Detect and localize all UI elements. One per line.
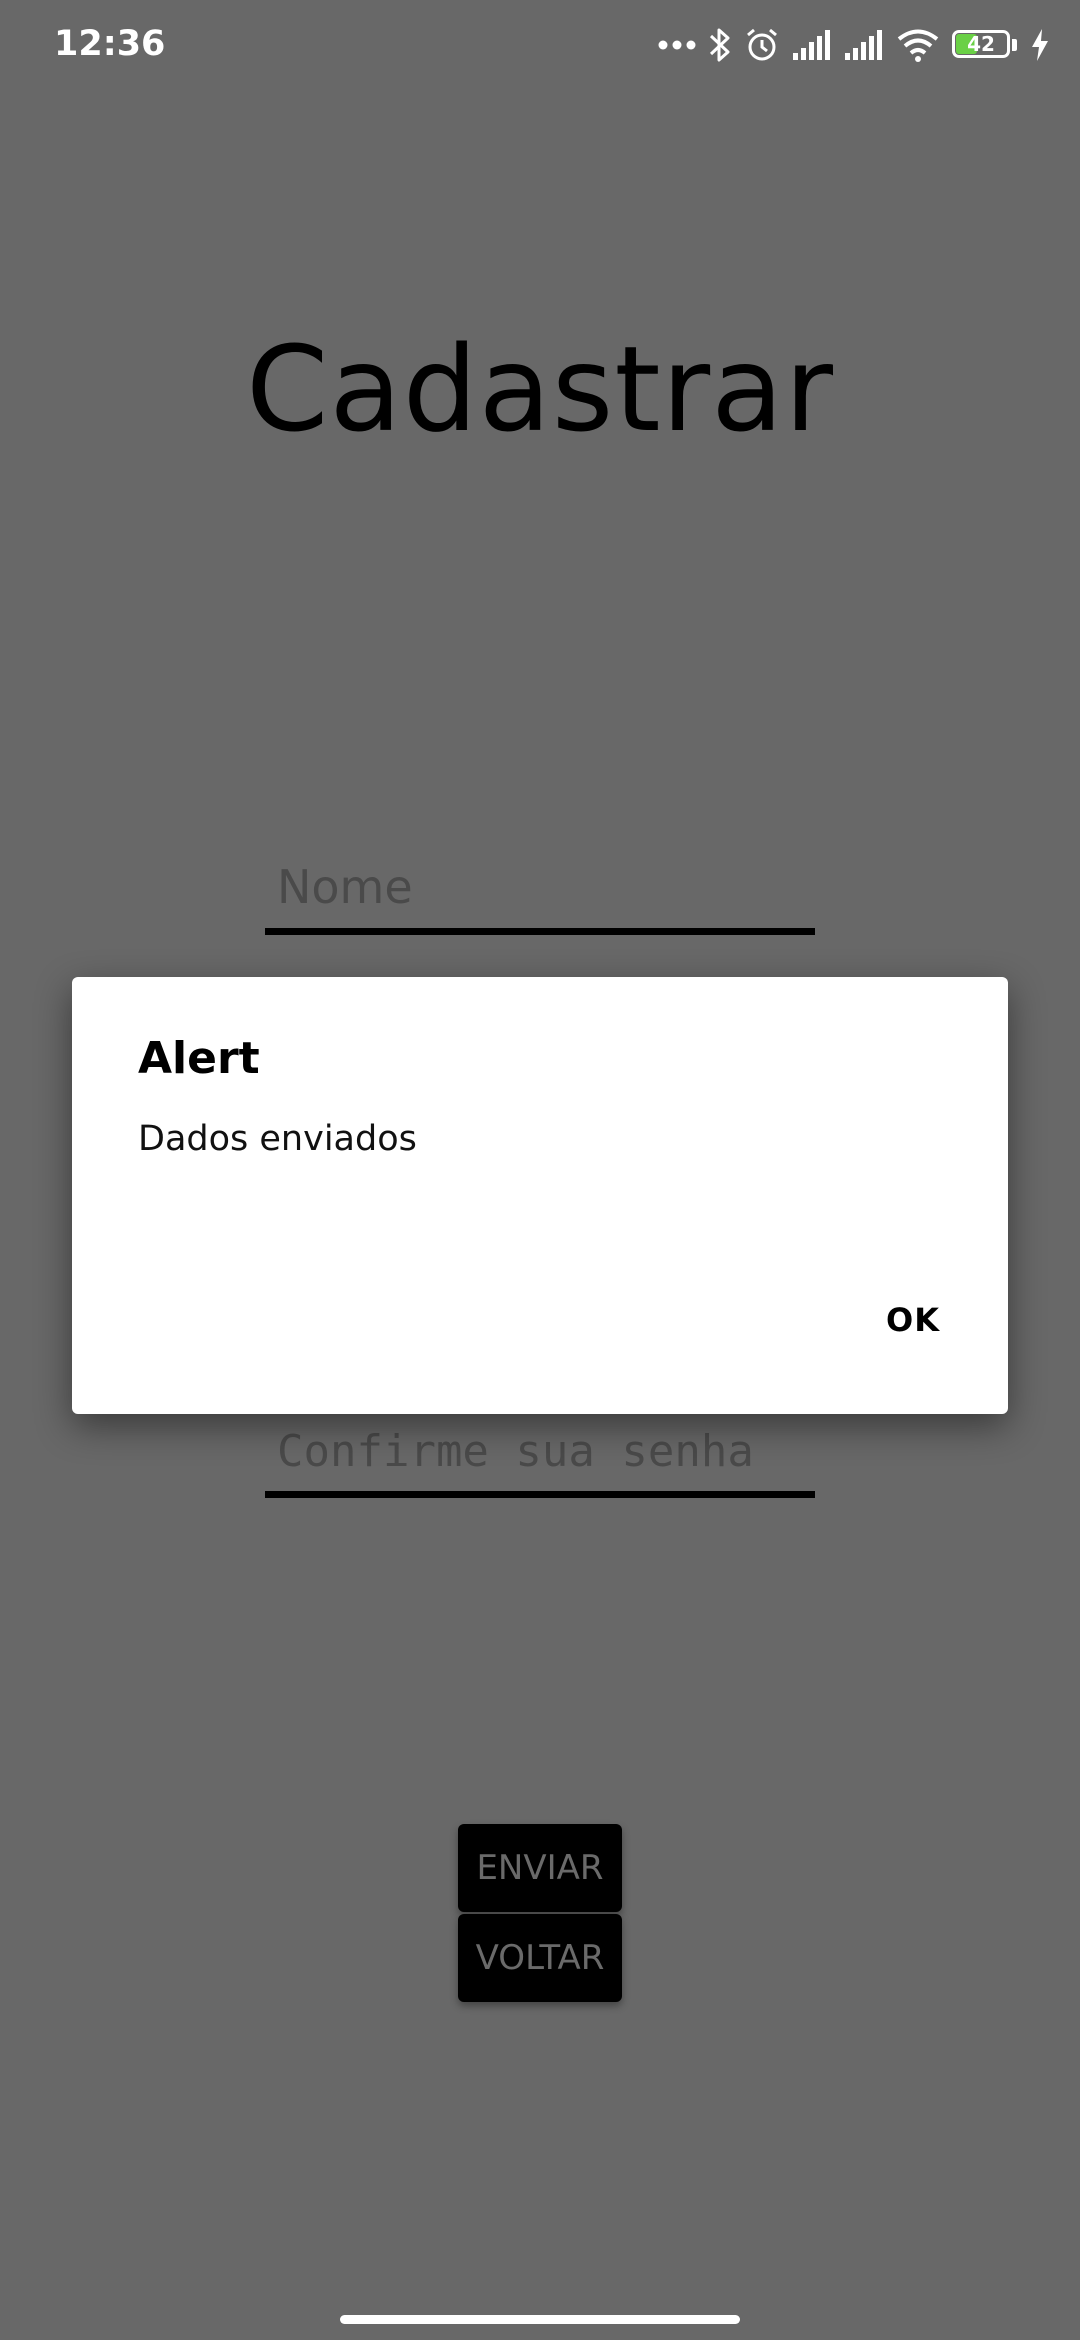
back-button[interactable]: VOLTAR [458, 1914, 622, 2002]
name-input[interactable] [277, 860, 807, 914]
status-icons: 42 [658, 22, 1050, 68]
confirm-password-input[interactable] [277, 1426, 807, 1477]
dialog-title: Alert [138, 1033, 260, 1084]
name-field[interactable] [265, 835, 815, 935]
bluetooth-icon [708, 26, 732, 64]
home-indicator[interactable] [340, 2315, 740, 2324]
status-time: 12:36 [54, 24, 166, 64]
battery-cap [1012, 39, 1017, 51]
status-bar: 12:36 42 [0, 0, 1080, 92]
signal-icon [844, 29, 884, 61]
send-button[interactable]: ENVIAR [458, 1824, 622, 1912]
more-dots-icon [658, 39, 696, 51]
battery-icon: 42 [952, 30, 1018, 60]
wifi-icon [896, 28, 940, 62]
signal-icon [792, 29, 832, 61]
alarm-icon [744, 27, 780, 63]
ok-button[interactable]: OK [874, 1291, 952, 1349]
charging-icon [1030, 28, 1050, 62]
alert-dialog: Alert Dados enviados OK [72, 977, 1008, 1414]
dialog-message: Dados enviados [138, 1119, 417, 1159]
page-title: Cadastrar [246, 320, 834, 458]
battery-level: 42 [967, 32, 995, 56]
